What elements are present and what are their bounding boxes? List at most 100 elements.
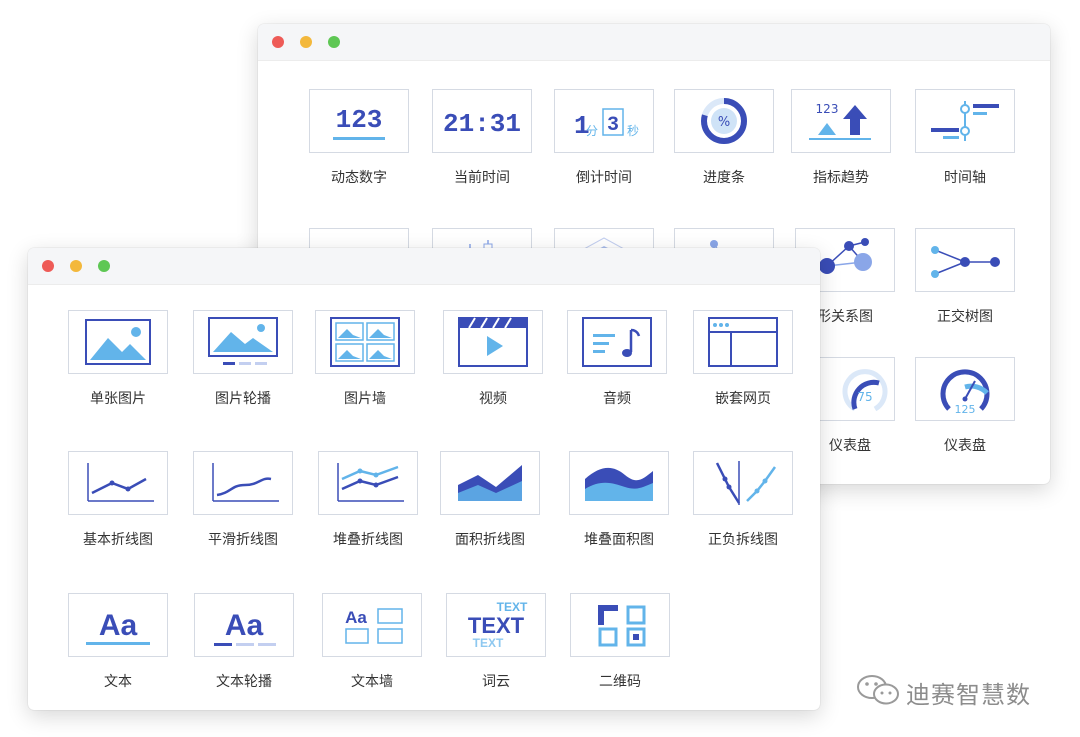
- indicator-trend-thumbnail: 123: [791, 89, 891, 153]
- single-image-thumbnail: [68, 310, 168, 374]
- timeline-thumbnail: [915, 89, 1015, 153]
- clock-text: 21:31: [443, 109, 521, 139]
- orthogonal-tree-thumbnail: [915, 228, 1015, 292]
- cloud-mid-text: TEXT: [468, 613, 525, 638]
- widget-label: 正负拆线图: [708, 532, 778, 548]
- widget-label: 图片墙: [344, 391, 386, 407]
- countdown-unit2-text: 秒: [627, 124, 639, 138]
- embedded-webpage-thumbnail: [693, 310, 793, 374]
- cloud-top-text: TEXT: [497, 600, 528, 614]
- video-thumbnail: [443, 310, 543, 374]
- widget-label: 音频: [603, 391, 631, 407]
- qr-code-thumbnail: [570, 593, 670, 657]
- text-thumbnail: Aa: [68, 593, 168, 657]
- widget-indicator-trend[interactable]: 123 指标趋势: [791, 89, 893, 187]
- wechat-logo-icon: [857, 675, 899, 705]
- image-wall-thumbnail: [315, 310, 415, 374]
- widget-text-carousel[interactable]: Aa 文本轮播: [194, 593, 296, 691]
- widget-label: 文本轮播: [216, 674, 272, 690]
- widget-stacked-area-chart[interactable]: 堆叠面积图: [569, 451, 671, 549]
- widget-label: 动态数字: [331, 170, 387, 186]
- widget-label: 指标趋势: [813, 170, 869, 186]
- cloud-bottom-text: TEXT: [473, 636, 504, 650]
- stacked-line-thumbnail: [318, 451, 418, 515]
- widget-label: 堆叠面积图: [584, 532, 654, 548]
- minimize-dot-button[interactable]: [300, 36, 312, 48]
- widget-dynamic-number[interactable]: 123 动态数字: [309, 89, 411, 187]
- widget-single-image[interactable]: 单张图片: [68, 310, 170, 408]
- text-carousel-a-glyph: Aa: [225, 609, 264, 642]
- minimize-dot-button[interactable]: [70, 260, 82, 272]
- widget-label: 嵌套网页: [715, 391, 771, 407]
- maximize-dot-button[interactable]: [98, 260, 110, 272]
- countdown-unit1-text: 分: [586, 124, 598, 138]
- close-dot-button[interactable]: [42, 260, 54, 272]
- widget-label: 正交树图: [937, 309, 993, 325]
- back-window-titlebar: [258, 24, 1050, 61]
- audio-thumbnail: [567, 310, 667, 374]
- widget-embedded-webpage[interactable]: 嵌套网页: [693, 310, 795, 408]
- front-window: 单张图片 图片轮播 图片墙 视频 音频 嵌套网页 基本折线图 平滑折线图 堆叠折…: [28, 248, 820, 710]
- widget-label: 堆叠折线图: [333, 532, 403, 548]
- widget-label: 仪表盘: [944, 438, 986, 454]
- widget-text[interactable]: Aa 文本: [68, 593, 170, 691]
- widget-qr-code[interactable]: 二维码: [570, 593, 672, 691]
- text-carousel-thumbnail: Aa: [194, 593, 294, 657]
- widget-label: 视频: [479, 391, 507, 407]
- gauge2-thumbnail: 125: [915, 357, 1015, 421]
- widget-smooth-line-chart[interactable]: 平滑折线图: [193, 451, 295, 549]
- pos-neg-line-thumbnail: [693, 451, 793, 515]
- widget-image-wall[interactable]: 图片墙: [315, 310, 417, 408]
- widget-label: 平滑折线图: [208, 532, 278, 548]
- digits-text: 123: [336, 105, 383, 135]
- gauge1-value-text: 75: [857, 390, 872, 404]
- widget-label: 词云: [482, 674, 510, 690]
- text-wall-thumbnail: Aa: [322, 593, 422, 657]
- widget-gauge[interactable]: 125 仪表盘: [915, 357, 1017, 455]
- stacked-area-thumbnail: [569, 451, 669, 515]
- image-carousel-thumbnail: [193, 310, 293, 374]
- widget-current-time[interactable]: 21:31 当前时间: [432, 89, 534, 187]
- widget-video[interactable]: 视频: [443, 310, 545, 408]
- widget-image-carousel[interactable]: 图片轮播: [193, 310, 295, 408]
- widget-countdown[interactable]: 1 分 3 秒 倒计时间: [554, 89, 656, 187]
- widget-label: 倒计时间: [576, 170, 632, 186]
- widget-label: 单张图片: [90, 391, 146, 407]
- maximize-dot-button[interactable]: [328, 36, 340, 48]
- widget-progress[interactable]: % 进度条: [674, 89, 776, 187]
- percent-text: %: [718, 115, 730, 130]
- widget-area-line-chart[interactable]: 面积折线图: [440, 451, 542, 549]
- widget-timeline[interactable]: 时间轴: [915, 89, 1017, 187]
- widget-label: 面积折线图: [455, 532, 525, 548]
- widget-stacked-line-chart[interactable]: 堆叠折线图: [318, 451, 420, 549]
- widget-label: 基本折线图: [83, 532, 153, 548]
- close-dot-button[interactable]: [272, 36, 284, 48]
- text-wall-a-glyph: Aa: [345, 608, 367, 627]
- gauge2-value-text: 125: [955, 403, 976, 416]
- countdown-num2-text: 3: [607, 114, 619, 137]
- progress-thumbnail: %: [674, 89, 774, 153]
- widget-word-cloud[interactable]: TEXT TEXT TEXT 词云: [446, 593, 548, 691]
- widget-label: 时间轴: [944, 170, 986, 186]
- word-cloud-thumbnail: TEXT TEXT TEXT: [446, 593, 546, 657]
- trend-number-text: 123: [816, 102, 839, 116]
- text-a-glyph: Aa: [99, 609, 138, 642]
- widget-label: 进度条: [703, 170, 745, 186]
- widget-orthogonal-tree[interactable]: 正交树图: [915, 228, 1017, 326]
- area-line-thumbnail: [440, 451, 540, 515]
- widget-audio[interactable]: 音频: [567, 310, 669, 408]
- front-window-titlebar: [28, 248, 820, 285]
- widget-basic-line-chart[interactable]: 基本折线图: [68, 451, 170, 549]
- smooth-line-thumbnail: [193, 451, 293, 515]
- basic-line-thumbnail: [68, 451, 168, 515]
- widget-label: 图片轮播: [215, 391, 271, 407]
- widget-label: 文本: [104, 674, 132, 690]
- widget-label: 文本墙: [351, 674, 393, 690]
- widget-text-wall[interactable]: Aa 文本墙: [322, 593, 424, 691]
- wechat-watermark: 迪赛智慧数: [850, 670, 1060, 710]
- current-time-thumbnail: 21:31: [432, 89, 532, 153]
- dynamic-number-thumbnail: 123: [309, 89, 409, 153]
- watermark-text: 迪赛智慧数: [906, 681, 1031, 709]
- widget-positive-negative-line-chart[interactable]: 正负拆线图: [693, 451, 795, 549]
- widget-label: 二维码: [599, 674, 641, 690]
